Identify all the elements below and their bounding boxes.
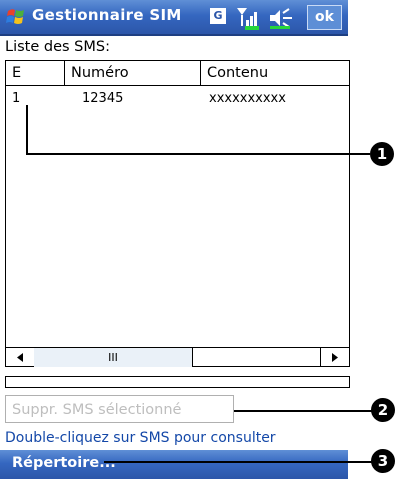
table-header: E Numéro Contenu xyxy=(6,61,349,86)
progress-bar xyxy=(5,376,350,388)
column-header-numero[interactable]: Numéro xyxy=(65,61,201,85)
scroll-thumb[interactable]: III xyxy=(34,348,193,367)
repertoire-menu-item[interactable]: Répertoire... xyxy=(12,455,116,471)
ok-button[interactable]: ok xyxy=(307,5,342,30)
callout-line-1-horizontal xyxy=(26,153,370,155)
cell-numero: 12345 xyxy=(82,91,124,106)
callout-marker-3: 3 xyxy=(371,449,395,473)
g-icon[interactable]: G xyxy=(210,8,226,24)
app-title: Gestionnaire SIM xyxy=(32,6,182,24)
callout-line-1-vertical xyxy=(26,105,28,154)
windows-start-icon[interactable] xyxy=(6,7,26,27)
cell-contenu: xxxxxxxxxx xyxy=(209,91,286,106)
cell-e: 1 xyxy=(12,91,21,106)
signal-icon[interactable] xyxy=(236,6,262,30)
scroll-right-arrow-icon[interactable] xyxy=(320,348,349,367)
title-bar-border xyxy=(0,34,348,36)
callout-line-3 xyxy=(104,461,372,463)
speaker-icon[interactable] xyxy=(268,7,294,29)
sms-list-label: Liste des SMS: xyxy=(5,39,110,55)
hint-text: Double-cliquez sur SMS pour consulter xyxy=(5,430,276,446)
column-header-contenu[interactable]: Contenu xyxy=(201,61,349,85)
scroll-left-arrow-icon[interactable] xyxy=(6,348,35,367)
callout-marker-2: 2 xyxy=(371,398,395,422)
table-row[interactable]: 1 12345 xxxxxxxxxx xyxy=(6,87,349,111)
horizontal-scrollbar[interactable]: III xyxy=(6,347,349,367)
callout-marker-1: 1 xyxy=(370,142,394,166)
column-header-e[interactable]: E xyxy=(6,61,65,85)
title-bar: Gestionnaire SIM G ok xyxy=(0,0,348,34)
sms-table[interactable]: E Numéro Contenu 1 12345 xxxxxxxxxx III xyxy=(5,60,350,367)
menu-bar: Répertoire... xyxy=(0,450,348,479)
delete-sms-button[interactable]: Suppr. SMS sélectionné xyxy=(5,395,234,423)
callout-line-2 xyxy=(234,410,372,412)
